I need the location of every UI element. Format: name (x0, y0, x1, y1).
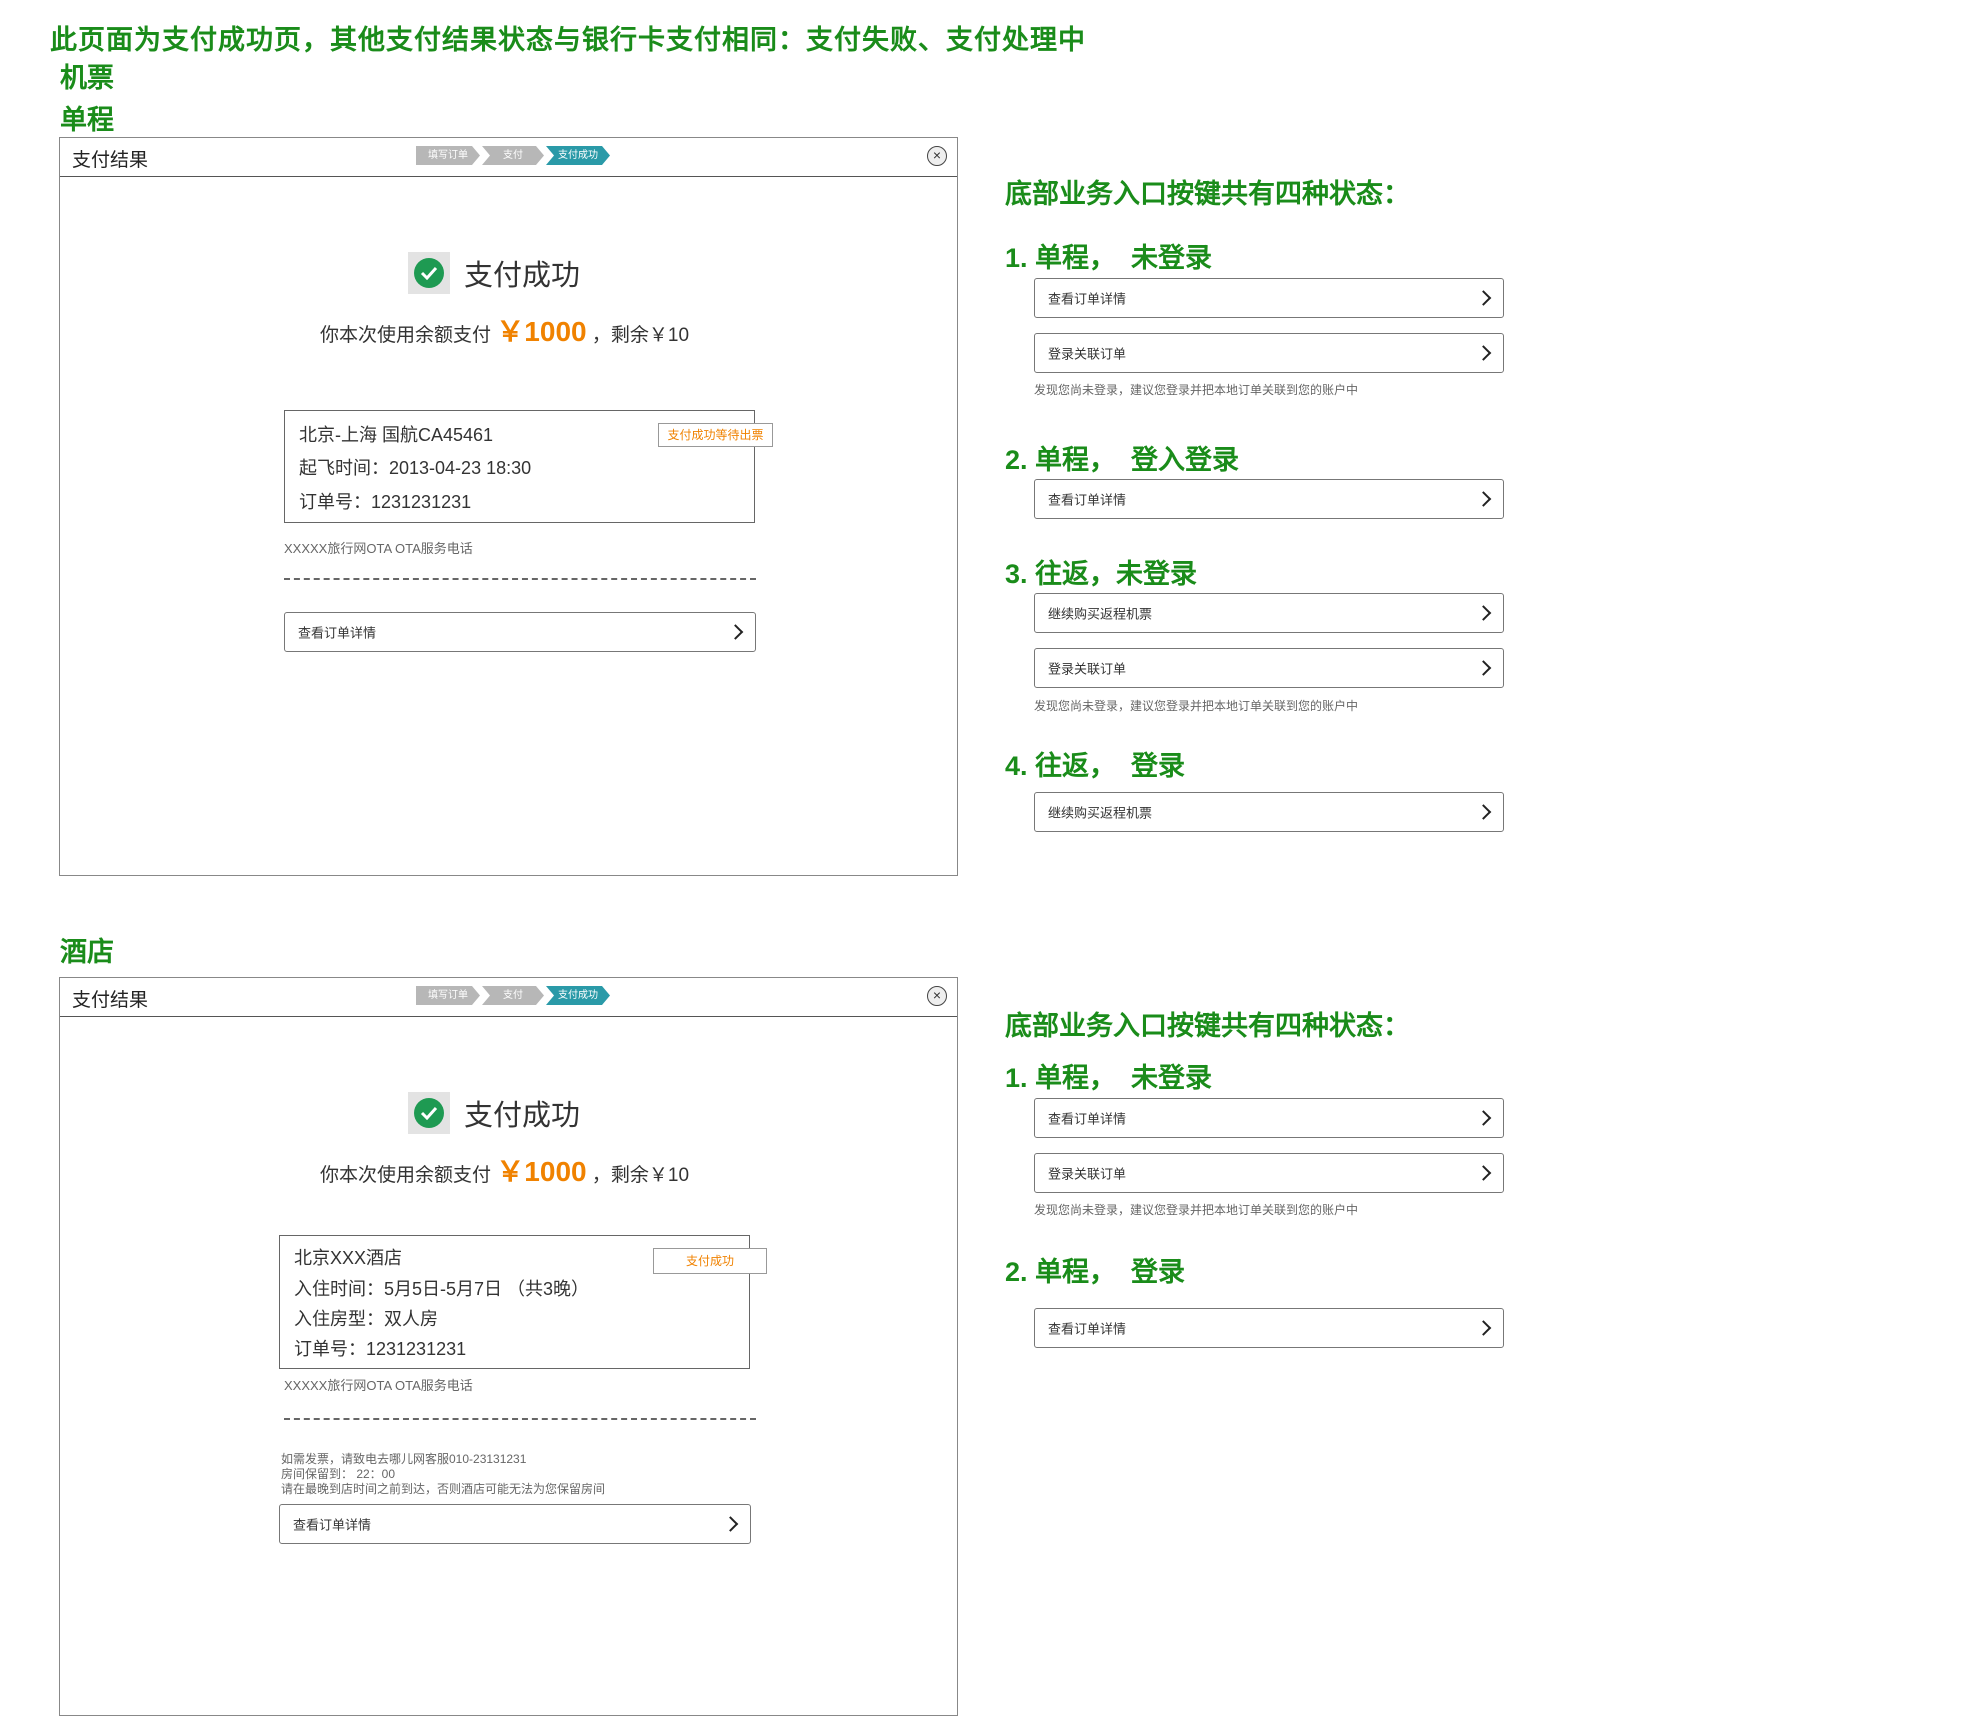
step-progress: 填写订单 支付 支付成功 (416, 146, 612, 165)
button-label: 继续购买返程机票 (1048, 606, 1153, 622)
pay-balance: ，剩余￥10 (591, 1165, 690, 1186)
view-order-label: 查看订单详情 (293, 1517, 372, 1533)
hotel-states-heading: 底部业务入口按键共有四种状态： (1005, 1011, 1410, 1041)
pay-amount: ￥1000 (496, 1156, 587, 1187)
ota-info: XXXXX旅行网OTA OTA服务电话 (284, 1378, 473, 1393)
flight-payment-result-panel: 支付结果 填写订单 支付 支付成功 × 支付成功 你本次使用余额支付 ￥1000… (59, 137, 958, 876)
button-label: 查看订单详情 (1048, 492, 1127, 508)
hotel-room-type: 入住房型：双人房 (294, 1309, 438, 1329)
step-fill-order: 填写订单 (416, 986, 480, 1005)
hotel-state-1-title: 1. 单程， 未登录 (1005, 1063, 1213, 1093)
flight-route: 北京-上海 国航CA45461 (299, 425, 494, 445)
view-order-button[interactable]: 查看订单详情 (284, 612, 756, 652)
hotel-notes: 如需发票，请致电去哪儿网客服010-23131231 房间保留到： 22：00 … (281, 1452, 605, 1497)
flight-order-number: 订单号：1231231231 (299, 492, 472, 512)
check-icon (408, 252, 450, 294)
status-badge: 支付成功 (653, 1248, 767, 1274)
success-indicator: 支付成功 (408, 252, 580, 294)
state3-return-ticket-button[interactable]: 继续购买返程机票 (1034, 593, 1504, 633)
state2-view-order-button[interactable]: 查看订单详情 (1034, 479, 1504, 519)
hotel-order-number: 订单号：1231231231 (294, 1339, 467, 1359)
payment-summary: 你本次使用余额支付 ￥1000 ，剩余￥10 (320, 310, 689, 350)
chevron-right-icon (727, 624, 744, 640)
panel-header: 支付结果 填写订单 支付 支付成功 × (60, 138, 957, 177)
hotel-state2-view-order-button[interactable]: 查看订单详情 (1034, 1308, 1504, 1348)
room-hold-note: 房间保留到： 22：00 (281, 1467, 396, 1481)
chevron-right-icon (722, 1516, 739, 1532)
state1-view-order-button[interactable]: 查看订单详情 (1034, 278, 1504, 318)
button-label: 登录关联订单 (1048, 661, 1127, 677)
hotel-checkin: 入住时间：5月5日-5月7日 （共3晚） (294, 1279, 590, 1299)
view-order-button[interactable]: 查看订单详情 (279, 1504, 751, 1544)
pay-prefix: 你本次使用余额支付 (320, 325, 492, 346)
step-fill-order: 填写订单 (416, 146, 480, 165)
state4-return-ticket-button[interactable]: 继续购买返程机票 (1034, 792, 1504, 832)
page-note: 此页面为支付成功页，其他支付结果状态与银行卡支付相同：支付失败、支付处理中 (50, 25, 1086, 55)
flight-state-1-title: 1. 单程， 未登录 (1005, 243, 1213, 273)
flight-departure-time: 起飞时间：2013-04-23 18:30 (299, 458, 532, 478)
status-badge: 支付成功等待出票 (658, 423, 773, 447)
chevron-right-icon (1475, 345, 1492, 361)
step-pay: 支付 (482, 146, 544, 165)
divider (284, 1418, 756, 1420)
button-label: 查看订单详情 (1048, 291, 1127, 307)
login-hint: 发现您尚未登录，建议您登录并把本地订单关联到您的账户中 (1034, 699, 1359, 713)
flight-state-4-title: 4. 往返， 登录 (1005, 751, 1186, 781)
chevron-right-icon (1475, 605, 1492, 621)
success-text: 支付成功 (464, 1100, 581, 1132)
pay-prefix: 你本次使用余额支付 (320, 1165, 492, 1186)
section-oneway-heading: 单程 (60, 105, 114, 135)
chevron-right-icon (1475, 660, 1492, 676)
state3-login-link-button[interactable]: 登录关联订单 (1034, 648, 1504, 688)
button-label: 继续购买返程机票 (1048, 805, 1153, 821)
login-hint: 发现您尚未登录，建议您登录并把本地订单关联到您的账户中 (1034, 1203, 1359, 1217)
button-label: 登录关联订单 (1048, 346, 1127, 362)
check-icon (408, 1092, 450, 1134)
panel-header: 支付结果 填写订单 支付 支付成功 × (60, 978, 957, 1017)
step-pay: 支付 (482, 986, 544, 1005)
ota-info: XXXXX旅行网OTA OTA服务电话 (284, 541, 473, 556)
hotel-state1-login-link-button[interactable]: 登录关联订单 (1034, 1153, 1504, 1193)
hotel-state-2-title: 2. 单程， 登录 (1005, 1257, 1186, 1287)
hotel-name: 北京XXX酒店 (294, 1248, 403, 1268)
flight-state-2-title: 2. 单程， 登入登录 (1005, 445, 1240, 475)
hotel-payment-result-panel: 支付结果 填写订单 支付 支付成功 × 支付成功 你本次使用余额支付 ￥1000… (59, 977, 958, 1716)
view-order-label: 查看订单详情 (298, 625, 377, 641)
payment-summary: 你本次使用余额支付 ￥1000 ，剩余￥10 (320, 1150, 689, 1190)
flight-state-3-title: 3. 往返，未登录 (1005, 559, 1198, 589)
divider (284, 578, 756, 580)
chevron-right-icon (1475, 290, 1492, 306)
category-flight-heading: 机票 (60, 63, 114, 93)
arrival-note: 请在最晚到店时间之前到达，否则酒店可能无法为您保留房间 (281, 1482, 606, 1496)
chevron-right-icon (1475, 804, 1492, 820)
hotel-state1-view-order-button[interactable]: 查看订单详情 (1034, 1098, 1504, 1138)
step-pay-success: 支付成功 (546, 146, 610, 165)
invoice-note: 如需发票，请致电去哪儿网客服010-23131231 (281, 1452, 527, 1466)
pay-amount: ￥1000 (496, 316, 587, 347)
close-icon[interactable]: × (927, 986, 947, 1006)
state1-login-link-button[interactable]: 登录关联订单 (1034, 333, 1504, 373)
step-progress: 填写订单 支付 支付成功 (416, 986, 612, 1005)
chevron-right-icon (1475, 1110, 1492, 1126)
flight-states-heading: 底部业务入口按键共有四种状态： (1005, 179, 1410, 209)
button-label: 登录关联订单 (1048, 1166, 1127, 1182)
close-icon[interactable]: × (927, 146, 947, 166)
panel-title: 支付结果 (72, 150, 149, 171)
chevron-right-icon (1475, 491, 1492, 507)
success-text: 支付成功 (464, 260, 581, 292)
chevron-right-icon (1475, 1320, 1492, 1336)
button-label: 查看订单详情 (1048, 1321, 1127, 1337)
step-pay-success: 支付成功 (546, 986, 610, 1005)
login-hint: 发现您尚未登录，建议您登录并把本地订单关联到您的账户中 (1034, 383, 1359, 397)
pay-balance: ，剩余￥10 (591, 325, 690, 346)
section-hotel-heading: 酒店 (60, 937, 114, 967)
button-label: 查看订单详情 (1048, 1111, 1127, 1127)
success-indicator: 支付成功 (408, 1092, 580, 1134)
chevron-right-icon (1475, 1165, 1492, 1181)
panel-title: 支付结果 (72, 990, 149, 1011)
